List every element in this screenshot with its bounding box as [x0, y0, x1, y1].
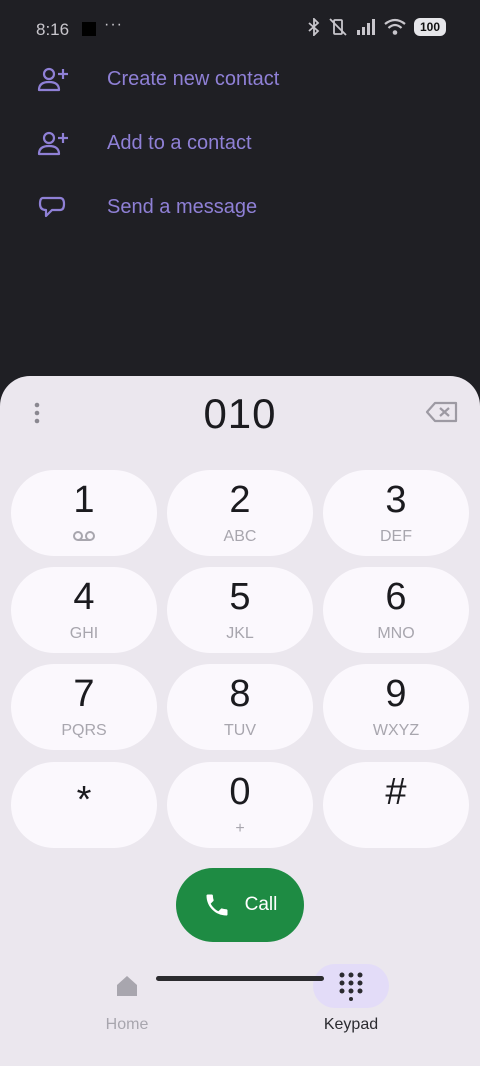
backspace-icon[interactable]: [425, 400, 459, 424]
nav-keypad-label: Keypad: [323, 1016, 379, 1033]
add-to-contact-label: Add to a contact: [107, 132, 252, 154]
key-letters: GHI: [69, 625, 99, 642]
person-add-icon: [37, 131, 68, 156]
signal-icon: [356, 19, 375, 35]
key-letters: DEF: [380, 528, 412, 545]
key-letters: JKL: [226, 625, 254, 642]
home-icon: [117, 976, 137, 996]
send-message-label: Send a message: [107, 196, 258, 218]
message-icon: [38, 196, 66, 218]
call-button[interactable]: Call: [176, 868, 304, 942]
phone-icon: [206, 894, 228, 916]
nav-home-label: Home: [105, 1016, 149, 1033]
key-letters: TUV: [224, 722, 256, 739]
voicemail-icon: [73, 531, 95, 541]
key-letters: +: [235, 820, 245, 837]
bluetooth-icon: [308, 18, 320, 36]
dialer-sheet: 010 1 2 ABC 3 DEF 4 GHI 5 JKL 6 MNO 7 PQ…: [0, 376, 480, 1066]
vibrate-off-icon: [329, 18, 347, 36]
person-add-icon: [37, 67, 68, 92]
nav-home-pill: [89, 964, 165, 1008]
key-digit: #: [385, 771, 407, 813]
key-6[interactable]: 6 MNO: [323, 567, 469, 653]
nav-keypad[interactable]: Keypad: [276, 964, 426, 1034]
key-digit: 7: [73, 673, 95, 715]
key-star[interactable]: *: [11, 762, 157, 848]
status-icons: 100: [308, 18, 446, 36]
key-digit: 8: [229, 673, 251, 715]
key-9[interactable]: 9 WXYZ: [323, 664, 469, 750]
key-2[interactable]: 2 ABC: [167, 470, 313, 556]
key-0[interactable]: 0 +: [167, 762, 313, 848]
battery-indicator: 100: [413, 18, 446, 36]
call-label: Call: [244, 894, 278, 915]
key-digit: 9: [385, 673, 407, 715]
key-digit: 4: [73, 576, 95, 618]
key-letters: ABC: [223, 528, 257, 545]
dialpad-icon: [339, 972, 363, 1001]
key-letters: MNO: [377, 625, 415, 642]
add-to-contact-item[interactable]: Add to a contact: [0, 112, 480, 176]
status-time: 8:16: [36, 20, 70, 39]
dialed-number: 010: [203, 390, 277, 437]
key-3[interactable]: 3 DEF: [323, 470, 469, 556]
key-letters: PQRS: [61, 722, 107, 739]
key-7[interactable]: 7 PQRS: [11, 664, 157, 750]
key-5[interactable]: 5 JKL: [167, 567, 313, 653]
key-digit: 5: [229, 576, 251, 618]
nav-keypad-pill: [313, 964, 389, 1008]
key-4[interactable]: 4 GHI: [11, 567, 157, 653]
action-list: Create new contact Add to a contact Send…: [0, 48, 480, 240]
create-new-contact-item[interactable]: Create new contact: [0, 48, 480, 112]
key-digit: *: [76, 779, 92, 821]
nav-home[interactable]: Home: [52, 964, 202, 1034]
key-hash[interactable]: #: [323, 762, 469, 848]
key-digit: 3: [385, 479, 407, 521]
wifi-icon: [384, 18, 406, 35]
key-digit: 2: [229, 479, 251, 521]
key-8[interactable]: 8 TUV: [167, 664, 313, 750]
more-notifications-icon: ···: [104, 16, 123, 33]
home-indicator[interactable]: [156, 976, 324, 981]
notification-icon: [82, 22, 96, 36]
key-1[interactable]: 1: [11, 470, 157, 556]
key-digit: 6: [385, 576, 407, 618]
send-message-item[interactable]: Send a message: [0, 176, 480, 240]
key-digit: 1: [73, 479, 95, 521]
key-digit: 0: [229, 771, 251, 813]
create-new-contact-label: Create new contact: [107, 68, 280, 90]
key-letters: WXYZ: [372, 722, 420, 739]
